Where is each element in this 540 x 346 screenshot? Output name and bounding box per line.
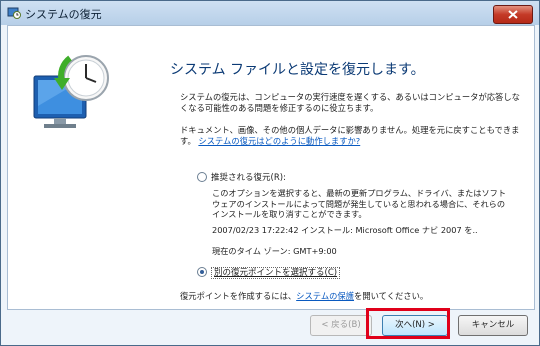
bottom-text-after: を開いてください。 (354, 291, 429, 301)
recommended-restore-radio[interactable] (197, 172, 207, 182)
system-protection-paragraph: 復元ポイントを作成するには、システムの保護を開いてください。 (180, 290, 428, 302)
info-paragraph: ドキュメント、画像、その他の個人データに影響ありません。処理を元に戻すこともでき… (180, 125, 525, 147)
system-restore-icon (7, 6, 21, 20)
page-heading: システム ファイルと設定を復元します。 (170, 62, 425, 78)
bottom-text-before: 復元ポイントを作成するには、 (180, 291, 297, 301)
how-it-works-link[interactable]: システムの復元はどのように動作しますか? (198, 136, 360, 146)
back-button[interactable]: < 戻る(B) (310, 315, 372, 336)
recommended-restore-label[interactable]: 推奨される復元(R): (211, 171, 286, 183)
title-bar[interactable]: システムの復元 (1, 1, 539, 25)
next-button-highlight (366, 308, 450, 339)
wizard-content: システム ファイルと設定を復元します。 システムの復元は、コンピュータの実行速度… (7, 25, 535, 310)
system-protection-link[interactable]: システムの保護 (296, 291, 354, 301)
system-restore-window: システムの復元 システム ファイルと設定を復元します。 システムの復元は、コンピ… (0, 0, 540, 346)
system-restore-illustration-icon (26, 48, 116, 148)
timezone-info: 現在のタイム ゾーン: GMT+9:00 (212, 246, 337, 256)
other-restore-point-label-text[interactable]: 別の復元ポイントを選択する(C) (211, 267, 341, 279)
restore-point-info: 2007/02/23 17:22:42 インストール: Microsoft Of… (212, 225, 478, 235)
cancel-button[interactable]: キャンセル (458, 315, 528, 336)
intro-paragraph: システムの復元は、コンピュータの実行速度を遅くする、あるいはコンピュータが応答し… (180, 92, 520, 113)
window-title: システムの復元 (25, 8, 102, 21)
recommended-restore-description: このオプションを選択すると、最新の更新プログラム、ドライバ、またはソフトウェアの… (212, 188, 507, 219)
close-button[interactable] (493, 5, 533, 24)
close-icon (508, 10, 518, 19)
other-restore-point-radio[interactable] (197, 267, 207, 277)
other-restore-point-label[interactable]: 別の復元ポイントを選択する(C) (211, 266, 341, 279)
